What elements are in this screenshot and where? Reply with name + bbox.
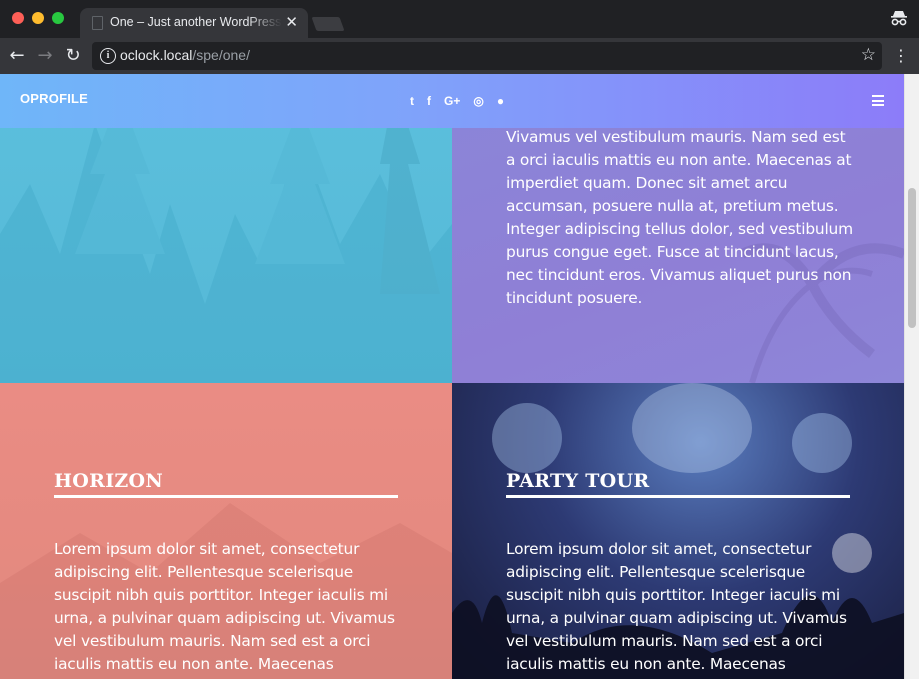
hamburger-menu-icon[interactable] [872, 95, 884, 106]
party-tour-paragraph: Lorem ipsum dolor sit amet, consectetur … [506, 540, 847, 673]
horizon-paragraph: Lorem ipsum dolor sit amet, consectetur … [54, 540, 395, 673]
tab-title: One – Just another WordPress site [110, 15, 282, 29]
address-bar[interactable]: i oclock.local/spe/one/ ☆ [92, 42, 882, 70]
github-icon[interactable]: ● [497, 93, 504, 109]
about-paragraph: Vivamus vel vestibulum mauris. Nam sed e… [506, 128, 853, 307]
heading-underline [54, 495, 398, 498]
bookmark-star-icon[interactable]: ☆ [861, 45, 876, 65]
new-tab-button[interactable] [311, 17, 345, 31]
minimize-window-button[interactable] [32, 12, 44, 24]
site-header: OPROFILE t f G+ ◎ ● [0, 74, 904, 128]
zoom-window-button[interactable] [52, 12, 64, 24]
browser-toolbar: ← → ↻ i oclock.local/spe/one/ ☆ ⋮ [0, 38, 919, 74]
heading-underline [506, 495, 850, 498]
forward-arrow-icon[interactable]: → [34, 45, 56, 67]
google-plus-icon[interactable]: G+ [444, 93, 460, 109]
browser-menu-icon[interactable]: ⋮ [893, 46, 909, 66]
social-links: t f G+ ◎ ● [410, 92, 504, 110]
reload-icon[interactable]: ↻ [62, 45, 84, 67]
tab-close-icon[interactable]: ✕ [285, 13, 298, 31]
instagram-icon[interactable]: ◎ [473, 93, 483, 109]
info-icon[interactable]: i [100, 48, 116, 64]
party-tour-panel: PARTY TOUR Lorem ipsum dolor sit amet, c… [452, 383, 904, 679]
site-logo[interactable]: OPROFILE [20, 91, 88, 106]
incognito-icon [891, 11, 907, 26]
page-favicon-icon [92, 16, 103, 30]
url-text: oclock.local/spe/one/ [120, 47, 250, 63]
close-window-button[interactable] [12, 12, 24, 24]
twitter-icon[interactable]: t [410, 93, 414, 109]
horizon-panel: HORIZON Lorem ipsum dolor sit amet, cons… [0, 383, 452, 679]
facebook-icon[interactable]: f [427, 93, 431, 109]
horizon-heading: HORIZON [54, 470, 164, 492]
back-arrow-icon[interactable]: ← [6, 45, 28, 67]
party-tour-heading: PARTY TOUR [506, 470, 650, 492]
url-path: /spe/one/ [192, 47, 250, 63]
browser-tab[interactable]: One – Just another WordPress site ✕ [80, 8, 308, 38]
scrollbar-thumb[interactable] [908, 188, 916, 328]
page-viewport: Vivamus vel vestibulum mauris. Nam sed e… [0, 74, 904, 679]
page-scrollbar[interactable] [904, 74, 919, 679]
browser-tab-bar: One – Just another WordPress site ✕ [0, 0, 919, 38]
url-host: oclock.local [120, 47, 193, 63]
